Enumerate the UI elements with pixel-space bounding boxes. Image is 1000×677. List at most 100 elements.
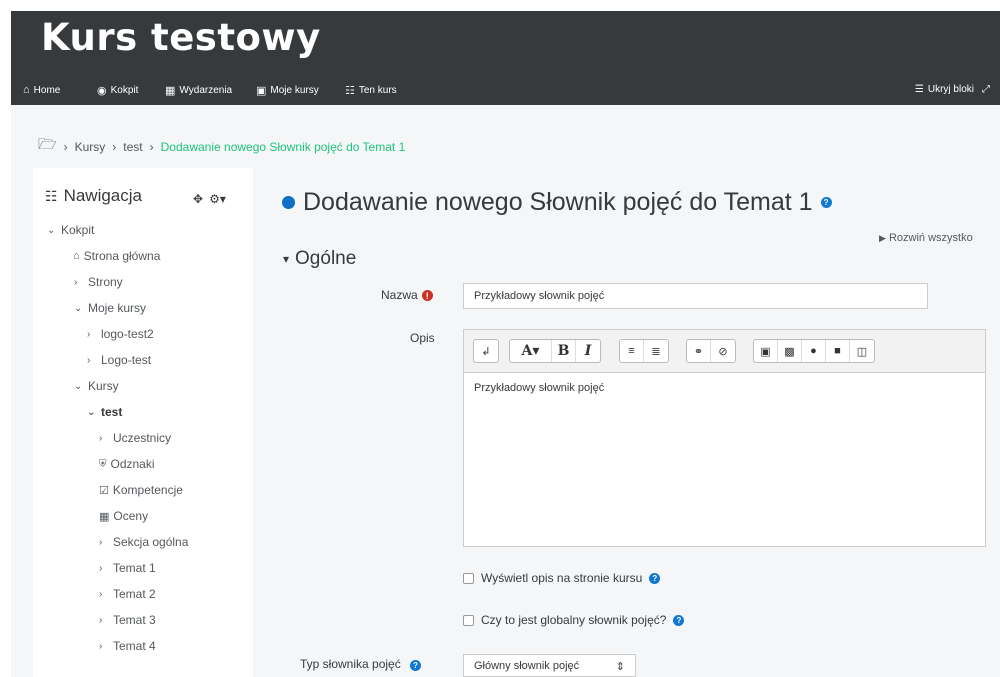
tree-item-oceny[interactable]: ▦ Oceny bbox=[99, 509, 148, 523]
gear-icon[interactable]: ⚙▾ bbox=[209, 192, 226, 206]
nav-home-label: Home bbox=[33, 84, 61, 96]
manage-files-icon[interactable]: ◫ bbox=[850, 340, 874, 362]
image-icon[interactable]: ▣ bbox=[754, 340, 778, 362]
chevron-right-icon: › bbox=[99, 562, 103, 574]
nav-home[interactable]: ⌂ Home bbox=[23, 84, 60, 96]
tree-item-kokpit[interactable]: ⌄ Kokpit bbox=[47, 223, 94, 237]
glossary-type-select[interactable]: Główny słownik pojęć ⇕ bbox=[463, 654, 636, 677]
tree-item-label: Temat 3 bbox=[113, 613, 156, 627]
chevron-right-icon: › bbox=[149, 139, 154, 154]
hide-blocks-button[interactable]: ☰ Ukryj bloki ⤢ bbox=[915, 84, 990, 95]
link-icon[interactable]: ⚭ bbox=[687, 340, 711, 362]
nav-moje-kursy-label: Moje kursy bbox=[270, 85, 319, 96]
page-title-text: Dodawanie nowego Słownik pojęć do Temat … bbox=[303, 188, 813, 216]
tree-item-temat-4[interactable]: › Temat 4 bbox=[99, 639, 156, 653]
name-field[interactable]: Przykładowy słownik pojęć bbox=[463, 283, 928, 309]
font-style-icon[interactable]: A▾ bbox=[510, 340, 552, 362]
unordered-list-icon[interactable]: ≡ bbox=[620, 340, 644, 362]
show-description-option: Wyświetl opis na stronie kursu ? bbox=[463, 571, 661, 585]
media-icon[interactable]: ▩ bbox=[778, 340, 802, 362]
tree-item-temat-2[interactable]: › Temat 2 bbox=[99, 587, 156, 601]
tree-item-strona-glowna[interactable]: ⌂ Strona główna bbox=[73, 249, 160, 263]
nav-kokpit[interactable]: ◉ Kokpit bbox=[97, 84, 138, 97]
global-glossary-checkbox[interactable] bbox=[463, 614, 474, 626]
chevron-right-icon: › bbox=[112, 139, 117, 154]
tree-item-label: Strony bbox=[88, 275, 123, 289]
tree-item-kompetencje[interactable]: ☑ Kompetencje bbox=[99, 483, 183, 497]
name-label-text: Nazwa bbox=[381, 288, 418, 302]
global-glossary-label: Czy to jest globalny słownik pojęć? bbox=[481, 613, 667, 627]
tree-item-kursy[interactable]: ⌄ Kursy bbox=[74, 379, 119, 393]
chevron-right-icon: › bbox=[63, 139, 68, 154]
tree-item-label: Kompetencje bbox=[112, 483, 183, 497]
tree-item-temat-1[interactable]: › Temat 1 bbox=[99, 561, 156, 575]
tree-item-sekcja-ogolna[interactable]: › Sekcja ogólna bbox=[99, 535, 188, 549]
navigation-block: ☷ Nawigacja ✥ ⚙▾ ⌄ Kokpit ⌂ Strona główn… bbox=[33, 168, 253, 677]
chevron-right-icon: › bbox=[74, 276, 78, 288]
calendar-icon: ▦ bbox=[165, 85, 176, 97]
tree-item-logo-test[interactable]: › Logo-test bbox=[87, 353, 151, 367]
breadcrumb-current[interactable]: Dodawanie nowego Słownik pojęć do Temat … bbox=[161, 140, 406, 154]
italic-icon[interactable]: I bbox=[576, 340, 600, 362]
nav-moje-kursy[interactable]: ▣ Moje kursy bbox=[256, 84, 319, 97]
folder-icon[interactable]: 🗁 bbox=[38, 134, 57, 159]
help-icon[interactable]: ? bbox=[820, 197, 832, 208]
section-general[interactable]: ▾ Ogólne bbox=[283, 248, 356, 270]
required-icon: ! bbox=[421, 290, 433, 302]
nav-kokpit-label: Kokpit bbox=[110, 85, 139, 96]
chevron-right-icon: › bbox=[99, 432, 103, 444]
home-icon: ⌂ bbox=[23, 84, 30, 96]
tree-item-strony[interactable]: › Strony bbox=[74, 275, 123, 289]
tree-item-label: Strona główna bbox=[83, 249, 161, 263]
nav-ten-kurs[interactable]: ☷ Ten kurs bbox=[345, 84, 397, 97]
site-title[interactable]: Kurs testowy bbox=[41, 16, 321, 59]
video-icon[interactable]: ■ bbox=[826, 340, 850, 362]
tree-item-label: Temat 4 bbox=[113, 639, 156, 653]
expand-icon[interactable]: ⤢ bbox=[982, 84, 990, 95]
caret-down-icon: ▾ bbox=[283, 252, 290, 266]
select-arrows-icon: ⇕ bbox=[615, 661, 625, 673]
unlink-icon[interactable]: ⊘ bbox=[711, 340, 735, 362]
chevron-down-icon: ⌄ bbox=[74, 302, 83, 314]
glossary-type-value: Główny słownik pojęć bbox=[474, 660, 580, 672]
sitemap-icon: ☷ bbox=[45, 187, 58, 204]
move-icon[interactable]: ✥ bbox=[193, 192, 203, 206]
caret-right-icon: ▶ bbox=[879, 233, 886, 243]
global-glossary-option: Czy to jest globalny słownik pojęć? ? bbox=[463, 613, 685, 627]
help-icon[interactable]: ? bbox=[410, 660, 422, 671]
expand-all-link[interactable]: ▶ Rozwiń wszystko bbox=[879, 232, 973, 244]
ordered-list-icon[interactable]: ≣ bbox=[644, 340, 668, 362]
editor-content[interactable]: Przykładowy słownik pojęć bbox=[464, 373, 985, 403]
toolbar-group-media: ▣ ▩ ● ■ ◫ bbox=[753, 339, 875, 363]
tree-item-odznaki[interactable]: ⛨ Odznaki bbox=[99, 457, 155, 471]
breadcrumb: 🗁 › Kursy › test › Dodawanie nowego Słow… bbox=[38, 134, 405, 159]
tree-item-label: Logo-test bbox=[101, 353, 152, 367]
help-icon[interactable]: ? bbox=[673, 614, 685, 626]
nav-wydarzenia[interactable]: ▦ Wydarzenia bbox=[165, 84, 232, 97]
tree-item-uczestnicy[interactable]: › Uczestnicy bbox=[99, 431, 171, 445]
toolbar-group-links: ⚭ ⊘ bbox=[686, 339, 736, 363]
bold-icon[interactable]: B bbox=[552, 340, 576, 362]
collapse-icon[interactable]: ↲ bbox=[474, 340, 498, 362]
briefcase-icon: ▣ bbox=[256, 85, 267, 97]
show-description-label: Wyświetl opis na stronie kursu bbox=[481, 571, 643, 585]
name-label: Nazwa! bbox=[381, 288, 433, 302]
tree-item-label: Temat 1 bbox=[113, 561, 156, 575]
breadcrumb-kursy[interactable]: Kursy bbox=[75, 140, 106, 154]
tree-item-moje-kursy[interactable]: ⌄ Moje kursy bbox=[74, 301, 146, 315]
help-icon[interactable]: ? bbox=[649, 572, 661, 584]
breadcrumb-test[interactable]: test bbox=[123, 140, 142, 154]
microphone-icon[interactable]: ● bbox=[802, 340, 826, 362]
show-description-checkbox[interactable] bbox=[463, 572, 474, 584]
chevron-down-icon: ⌄ bbox=[47, 224, 56, 236]
tree-item-test[interactable]: ⌄ test bbox=[87, 405, 122, 419]
section-title-label: Ogólne bbox=[295, 248, 357, 269]
tree-item-temat-3[interactable]: › Temat 3 bbox=[99, 613, 156, 627]
tree-item-logo-test2[interactable]: › logo-test2 bbox=[87, 327, 154, 341]
nav-ten-kurs-label: Ten kurs bbox=[358, 85, 397, 96]
block-title: ☷ Nawigacja bbox=[45, 186, 142, 206]
tree-item-label: test bbox=[101, 405, 123, 419]
description-editor[interactable]: ↲ A▾ B I ≡ ≣ ⚭ ⊘ ▣ ▩ ● ■ ◫ Przykładowy s… bbox=[463, 329, 986, 547]
home-icon: ⌂ bbox=[73, 250, 80, 262]
chevron-down-icon: ⌄ bbox=[74, 380, 83, 392]
